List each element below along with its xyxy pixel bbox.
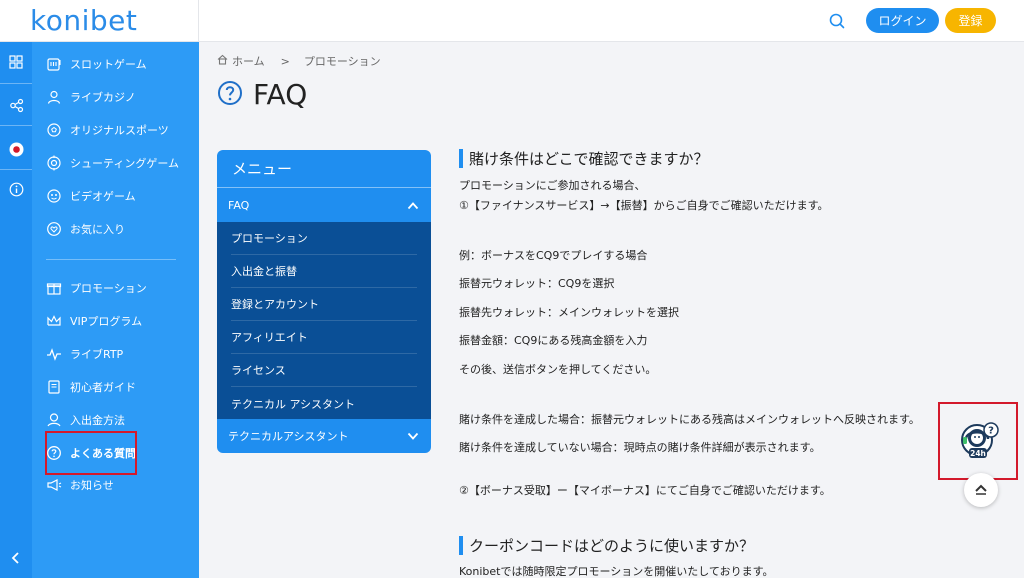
sidebar-item-original-sports[interactable]: オリジナルスポーツ xyxy=(46,119,169,141)
sidebar-item-shooting-games[interactable]: シューティングゲーム xyxy=(46,152,179,174)
sidebar-item-promotions[interactable]: プロモーション xyxy=(46,277,147,299)
info-icon[interactable] xyxy=(0,173,32,205)
rail-divider xyxy=(0,169,32,170)
search-icon[interactable] xyxy=(826,10,848,32)
sidebar-item-label: オリジナルスポーツ xyxy=(70,124,169,137)
breadcrumb: ホーム > プロモーション xyxy=(217,53,391,69)
question-title: 賭け条件はどこで確認できますか？ xyxy=(469,150,709,168)
konibet-logo[interactable]: konibet xyxy=(30,4,137,37)
question-accent-bar xyxy=(459,536,463,555)
menu-sub-item[interactable]: テクニカル アシスタント xyxy=(231,387,417,420)
question-title: クーポンコードはどのように使いますか？ xyxy=(469,537,755,555)
share-icon[interactable] xyxy=(0,89,32,121)
support-chat-24h-icon[interactable]: ? 24h xyxy=(958,418,1002,462)
breadcrumb-current: プロモーション xyxy=(303,55,381,68)
question-circle-icon xyxy=(217,80,243,110)
gift-icon xyxy=(46,280,62,296)
dealer-icon xyxy=(46,89,62,105)
sidebar-item-label: 入出金方法 xyxy=(70,414,125,427)
sidebar-item-label: スロットゲーム xyxy=(70,58,147,71)
book-icon xyxy=(46,379,62,395)
target-icon xyxy=(46,155,62,171)
menu-sub-item[interactable]: ライセンス xyxy=(231,354,417,387)
menu-heading: メニュー xyxy=(217,150,431,188)
sidebar-item-deposit-withdrawal[interactable]: 入出金方法 xyxy=(46,409,125,431)
sidebar-item-live-casino[interactable]: ライブカジノ xyxy=(46,86,136,108)
home-icon[interactable] xyxy=(217,54,228,68)
sidebar-divider xyxy=(46,259,176,260)
megaphone-icon xyxy=(46,477,62,493)
sidebar-item-beginners-guide[interactable]: 初心者ガイド xyxy=(46,376,136,398)
answer-line: 賭け条件を達成した場合：振替元ウォレットにある残高はメインウォレットへ反映されま… xyxy=(459,413,920,426)
menu-sub-item[interactable]: プロモーション xyxy=(231,222,417,255)
pulse-icon xyxy=(46,346,62,362)
heart-icon xyxy=(46,221,62,237)
grid-icon[interactable] xyxy=(0,46,32,78)
sidebar-item-label: ライブカジノ xyxy=(70,91,136,104)
chevron-up-icon xyxy=(974,481,988,500)
sidebar-item-label: お知らせ xyxy=(70,479,114,492)
answer-line: 振替元ウォレット：CQ9を選択 xyxy=(459,277,615,290)
sidebar-item-slot-games[interactable]: スロットゲーム xyxy=(46,53,147,75)
answer-line: 賭け条件を達成していない場合：現時点の賭け条件詳細が表示されます。 xyxy=(459,441,821,454)
answer-line: 振替金額：CQ9にある残高金額を入力 xyxy=(459,334,648,347)
language-flag-japan-icon[interactable] xyxy=(0,133,32,165)
menu-category-faq[interactable]: FAQ xyxy=(217,189,431,222)
sidebar-item-label: ビデオゲーム xyxy=(70,190,136,203)
menu-sub-item[interactable]: 入出金と振替 xyxy=(231,255,417,288)
chevron-up-icon xyxy=(407,200,419,212)
answer-line: ②【ボーナス受取】ー【マイボーナス】にてご自身でご確認いただけます。 xyxy=(459,484,831,497)
faq-menu: メニュー FAQ プロモーション 入出金と振替 登録とアカウント アフィリエイト… xyxy=(217,150,431,453)
support-badge-text: 24h xyxy=(970,449,986,458)
menu-submenu: プロモーション 入出金と振替 登録とアカウント アフィリエイト ライセンス テク… xyxy=(217,222,431,419)
rail-divider xyxy=(0,83,32,84)
header-divider xyxy=(198,0,199,42)
slot-machine-icon xyxy=(46,56,62,72)
faq-highlight-box xyxy=(45,431,137,475)
sidebar-nav: スロットゲーム ライブカジノ オリジナルスポーツ シューティングゲーム ビデオゲ… xyxy=(32,42,199,578)
menu-category-technical-assistant[interactable]: テクニカルアシスタント xyxy=(217,419,431,452)
page-title: FAQ xyxy=(217,78,307,111)
svg-text:?: ? xyxy=(988,426,994,437)
collapse-sidebar-icon[interactable] xyxy=(0,542,32,574)
icon-rail xyxy=(0,42,32,578)
faq-question: 賭け条件はどこで確認できますか？ xyxy=(459,148,709,169)
sidebar-item-label: VIPプログラム xyxy=(70,315,143,328)
menu-sub-item[interactable]: 登録とアカウント xyxy=(231,288,417,321)
top-header: konibet ログイン 登録 xyxy=(0,0,1024,42)
answer-line: プロモーションにご参加される場合、 xyxy=(459,179,646,192)
sidebar-item-favorites[interactable]: お気に入り xyxy=(46,218,125,240)
question-accent-bar xyxy=(459,149,463,168)
sidebar-item-vip-program[interactable]: VIPプログラム xyxy=(46,310,142,332)
sidebar-item-label: シューティングゲーム xyxy=(70,157,180,170)
scroll-to-top-button[interactable] xyxy=(964,473,998,507)
breadcrumb-separator: > xyxy=(280,54,290,68)
menu-category-label: FAQ xyxy=(228,199,250,212)
gamepad-icon xyxy=(46,188,62,204)
sidebar-item-label: お気に入り xyxy=(70,223,125,236)
menu-sub-item[interactable]: アフィリエイト xyxy=(231,321,417,354)
page-title-text: FAQ xyxy=(253,78,308,111)
login-button[interactable]: ログイン xyxy=(866,8,939,33)
sidebar-item-label: ライブRTP xyxy=(70,348,124,361)
ball-icon xyxy=(46,122,62,138)
answer-line: その後、送信ボタンを押してください。 xyxy=(459,363,657,376)
sidebar-item-label: 初心者ガイド xyxy=(70,381,136,394)
rail-divider xyxy=(0,125,32,126)
answer-line: 例：ボーナスをCQ9でプレイする場合 xyxy=(459,249,648,262)
breadcrumb-home[interactable]: ホーム xyxy=(232,53,265,69)
answer-line: Konibetでは随時限定プロモーションを開催いたしております。 xyxy=(459,565,774,578)
sidebar-item-announcements[interactable]: お知らせ xyxy=(46,474,114,496)
sidebar-item-live-rtp[interactable]: ライブRTP xyxy=(46,343,123,365)
answer-line: ①【ファイナンスサービス】→【振替】からご自身でご確認いただけます。 xyxy=(459,199,829,212)
menu-category-label: テクニカルアシスタント xyxy=(228,429,349,443)
sidebar-item-video-games[interactable]: ビデオゲーム xyxy=(46,185,136,207)
answer-line: 振替先ウォレット：メインウォレットを選択 xyxy=(459,306,679,319)
chevron-down-icon xyxy=(407,430,419,442)
money-icon xyxy=(46,412,62,428)
faq-question: クーポンコードはどのように使いますか？ xyxy=(459,535,754,556)
sidebar-item-label: プロモーション xyxy=(70,282,147,295)
crown-icon xyxy=(46,313,62,329)
register-button[interactable]: 登録 xyxy=(945,8,996,33)
